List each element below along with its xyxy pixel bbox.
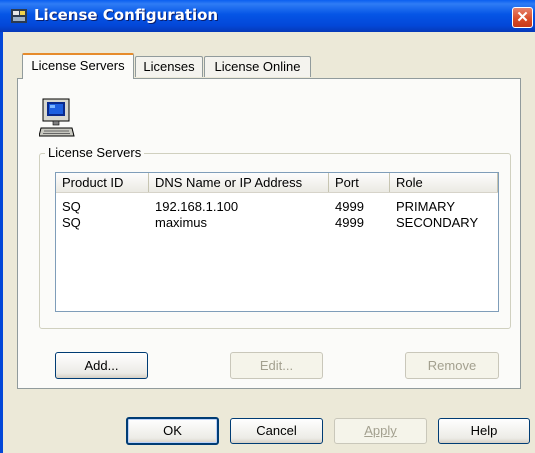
tab-licenses[interactable]: Licenses bbox=[135, 56, 203, 77]
apply-button[interactable]: Apply bbox=[334, 418, 427, 444]
cell-product-id: SQ bbox=[62, 199, 81, 214]
cell-dns-name: maximus bbox=[155, 215, 208, 230]
column-label: Role bbox=[396, 175, 423, 190]
close-button[interactable]: ✕ bbox=[512, 7, 533, 28]
remove-button[interactable]: Remove bbox=[405, 352, 499, 379]
cancel-button-label: Cancel bbox=[256, 423, 297, 438]
column-label: DNS Name or IP Address bbox=[155, 175, 303, 190]
tab-label: License Online bbox=[214, 59, 301, 74]
table-row[interactable]: SQ 192.168.1.100 4999 PRIMARY bbox=[56, 199, 498, 214]
add-button-label: Add... bbox=[84, 358, 119, 373]
tab-label: License Servers bbox=[31, 58, 125, 73]
column-label: Product ID bbox=[62, 175, 124, 190]
column-header-port[interactable]: Port bbox=[329, 173, 390, 192]
ok-button-label: OK bbox=[163, 423, 182, 438]
ok-button[interactable]: OK bbox=[126, 417, 219, 445]
tab-license-online[interactable]: License Online bbox=[204, 56, 311, 77]
help-button-label: Help bbox=[470, 423, 498, 438]
cell-role: PRIMARY bbox=[396, 199, 455, 214]
edit-button[interactable]: Edit... bbox=[230, 352, 323, 379]
cancel-button[interactable]: Cancel bbox=[230, 418, 323, 444]
apply-button-label: Apply bbox=[364, 423, 397, 438]
cell-product-id: SQ bbox=[62, 215, 81, 230]
add-button[interactable]: Add... bbox=[55, 352, 148, 379]
cell-port: 4999 bbox=[335, 215, 364, 230]
title-bar[interactable]: License Configuration ✕ bbox=[0, 0, 535, 32]
cell-role: SECONDARY bbox=[396, 215, 479, 230]
cell-port: 4999 bbox=[335, 199, 364, 214]
close-icon: ✕ bbox=[516, 9, 529, 26]
column-header-product-id[interactable]: Product ID bbox=[56, 173, 149, 192]
help-button[interactable]: Help bbox=[438, 418, 530, 444]
license-app-icon bbox=[11, 9, 27, 23]
table-row[interactable]: SQ maximus 4999 SECONDARY bbox=[56, 215, 498, 230]
column-label: Port bbox=[335, 175, 359, 190]
list-header: Product ID DNS Name or IP Address Port R… bbox=[56, 173, 498, 193]
tab-license-servers[interactable]: License Servers bbox=[22, 53, 134, 79]
column-header-role[interactable]: Role bbox=[390, 173, 498, 192]
tab-label: Licenses bbox=[143, 59, 195, 74]
window-title: License Configuration bbox=[34, 6, 219, 24]
license-servers-list[interactable]: Product ID DNS Name or IP Address Port R… bbox=[55, 172, 499, 312]
remove-button-label: Remove bbox=[427, 358, 477, 373]
edit-button-label: Edit... bbox=[259, 358, 294, 373]
column-header-dns-name[interactable]: DNS Name or IP Address bbox=[149, 173, 329, 192]
groupbox-label: License Servers bbox=[45, 145, 145, 160]
computer-icon bbox=[39, 98, 75, 137]
cell-dns-name: 192.168.1.100 bbox=[155, 199, 239, 214]
